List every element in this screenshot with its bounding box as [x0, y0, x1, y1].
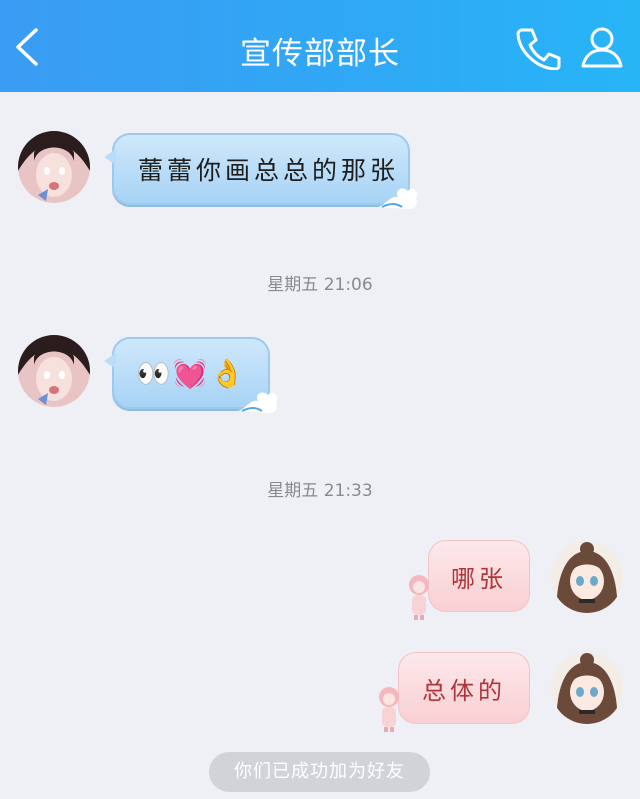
- message-text: 蕾蕾你画总总的那张: [138, 156, 400, 185]
- chibi-girl-decoration-icon: [379, 687, 399, 732]
- bubble-tail: [104, 353, 116, 369]
- anime-girl-avatar-icon: [551, 652, 623, 724]
- message-bubble[interactable]: 蕾蕾你画总总的那张: [104, 133, 418, 209]
- emoji-message: 👀💓👌: [136, 356, 247, 390]
- emoji-content: 👀💓👌: [114, 357, 247, 390]
- message-bubble[interactable]: 总体的: [379, 652, 530, 732]
- voice-call-button[interactable]: [512, 24, 562, 71]
- contact-avatar[interactable]: [18, 131, 90, 203]
- profile-button[interactable]: [578, 24, 626, 70]
- person-icon: [581, 27, 623, 68]
- wave-decoration-icon: [378, 188, 418, 209]
- timestamp: 星期五 21:33: [267, 481, 373, 501]
- message-text: 总体的: [422, 676, 506, 705]
- message-text: 哪张: [451, 564, 507, 593]
- anime-girl-avatar-icon: [551, 541, 623, 613]
- anime-girl-avatar-icon: [18, 335, 90, 407]
- anime-girl-avatar-icon: [18, 131, 90, 203]
- my-avatar[interactable]: [551, 541, 623, 613]
- chibi-girl-decoration-icon: [409, 575, 429, 620]
- phone-icon: [516, 28, 561, 71]
- wave-decoration-icon: [238, 392, 278, 413]
- timestamp: 星期五 21:06: [267, 275, 373, 295]
- contact-avatar[interactable]: [18, 335, 90, 407]
- message-bubble[interactable]: 👀💓👌: [104, 337, 278, 413]
- chat-header: 宣传部部长: [0, 0, 640, 92]
- bubble-tail: [104, 149, 116, 165]
- system-notice: 你们已成功加为好友: [209, 752, 430, 792]
- my-avatar[interactable]: [551, 652, 623, 724]
- message-bubble[interactable]: 哪张: [409, 540, 530, 620]
